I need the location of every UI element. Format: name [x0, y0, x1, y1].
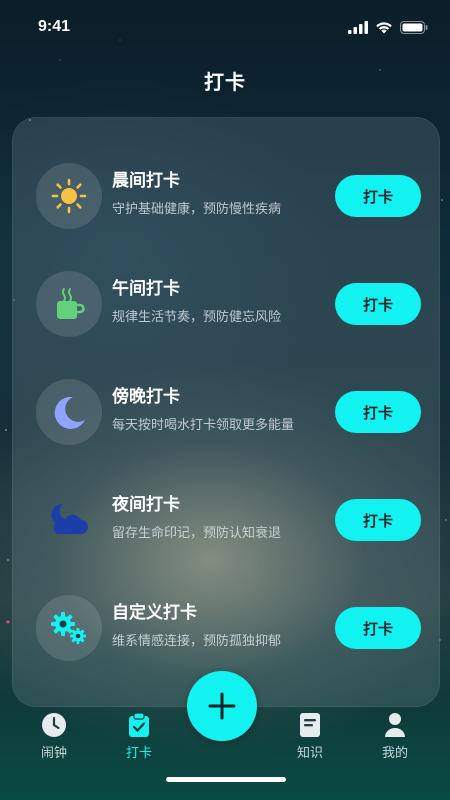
- moon-icon: [36, 379, 102, 445]
- person-icon: [385, 713, 405, 737]
- book-icon: [300, 713, 320, 737]
- checkin-button-evening[interactable]: 打卡: [335, 391, 421, 433]
- status-bar: 9:41: [0, 0, 450, 54]
- checkin-title: 傍晚打卡: [112, 387, 180, 407]
- checkin-subtitle: 维系情感连接，预防孤独抑郁: [112, 634, 282, 649]
- checkin-button-morning[interactable]: 打卡: [335, 175, 421, 217]
- checkin-row-morning: 晨间打卡 守护基础健康，预防慢性疾病 打卡: [13, 160, 441, 232]
- home-indicator: [166, 777, 286, 782]
- battery-icon: [400, 20, 428, 34]
- checkin-title: 晨间打卡: [112, 171, 180, 191]
- checkin-row-evening: 傍晚打卡 每天按时喝水打卡领取更多能量 打卡: [13, 376, 441, 448]
- wifi-icon: [376, 21, 392, 33]
- tab-checkin[interactable]: 打卡: [109, 712, 169, 761]
- checkin-row-custom: 自定义打卡 维系情感连接，预防孤独抑郁 打卡: [13, 592, 441, 664]
- page-title: 打卡: [204, 70, 246, 94]
- checkin-icon: [129, 712, 149, 737]
- tab-label: 知识: [296, 746, 323, 761]
- clock-icon: [42, 713, 66, 737]
- sun-icon: [36, 163, 102, 229]
- checkin-card-panel: 晨间打卡 守护基础健康，预防慢性疾病 打卡 午间打卡 规律生活节奏，预防健忘风险…: [12, 117, 440, 707]
- checkin-title: 自定义打卡: [112, 603, 197, 623]
- tea-cup-icon: [36, 271, 102, 337]
- checkin-row-night: 夜间打卡 留存生命印记，预防认知衰退 打卡: [13, 484, 441, 556]
- tab-label: 打卡: [125, 746, 152, 761]
- status-icons: [348, 20, 428, 34]
- night-cloud-icon: [36, 487, 102, 553]
- checkin-subtitle: 留存生命印记，预防认知衰退: [112, 526, 282, 541]
- checkin-button-noon[interactable]: 打卡: [335, 283, 421, 325]
- checkin-title: 午间打卡: [112, 279, 180, 299]
- tab-label: 闹钟: [40, 746, 67, 761]
- cellular-signal-icon: [348, 20, 368, 34]
- checkin-title: 夜间打卡: [112, 495, 180, 515]
- checkin-button-custom[interactable]: 打卡: [335, 607, 421, 649]
- add-button[interactable]: [187, 671, 257, 741]
- tab-knowledge[interactable]: 知识: [280, 712, 340, 761]
- checkin-subtitle: 每天按时喝水打卡领取更多能量: [112, 418, 295, 433]
- tab-alarm[interactable]: 闹钟: [24, 712, 84, 761]
- plus-icon: [208, 692, 236, 720]
- tab-profile[interactable]: 我的: [365, 712, 425, 761]
- checkin-row-noon: 午间打卡 规律生活节奏，预防健忘风险 打卡: [13, 268, 441, 340]
- checkin-button-night[interactable]: 打卡: [335, 499, 421, 541]
- gears-icon: [36, 595, 102, 661]
- checkin-subtitle: 守护基础健康，预防慢性疾病: [112, 202, 282, 217]
- tab-label: 我的: [381, 746, 408, 761]
- status-time: 9:41: [38, 18, 71, 35]
- checkin-subtitle: 规律生活节奏，预防健忘风险: [112, 310, 282, 325]
